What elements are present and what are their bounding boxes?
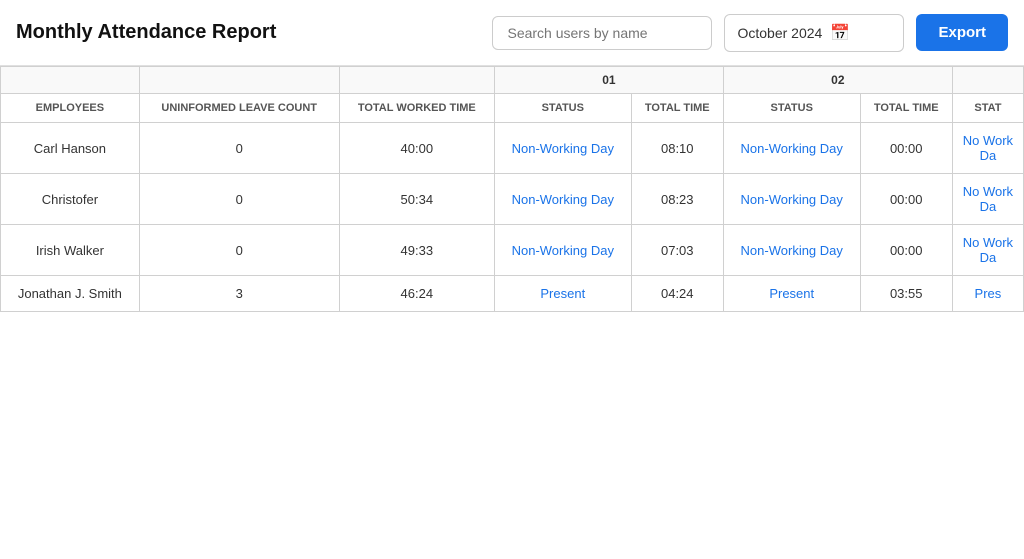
- day02-status: Non-Working Day: [723, 225, 860, 276]
- uninformed-leave-count: 0: [139, 225, 339, 276]
- date-value: October 2024: [737, 25, 822, 41]
- day01-status: Present: [494, 276, 631, 312]
- day02-status: Present: [723, 276, 860, 312]
- uninformed-leave-count: 0: [139, 123, 339, 174]
- table-row: Carl Hanson040:00Non-Working Day08:10Non…: [1, 123, 1024, 174]
- total-worked-time: 40:00: [339, 123, 494, 174]
- day02-status: Non-Working Day: [723, 174, 860, 225]
- day02-status: Non-Working Day: [723, 123, 860, 174]
- col-header-day03-status: STAT: [952, 94, 1023, 123]
- table-row: Jonathan J. Smith346:24Present04:24Prese…: [1, 276, 1024, 312]
- day01-total-time: 08:10: [631, 123, 723, 174]
- col-header-day01-status: STATUS: [494, 94, 631, 123]
- day02-total-time: 00:00: [860, 174, 952, 225]
- col-header-day02-status: STATUS: [723, 94, 860, 123]
- table-body: Carl Hanson040:00Non-Working Day08:10Non…: [1, 123, 1024, 312]
- day03-status: No Work Da: [952, 225, 1023, 276]
- export-button[interactable]: Export: [916, 14, 1008, 51]
- col-header-day02-total-time: TOTAL TIME: [860, 94, 952, 123]
- employee-name: Jonathan J. Smith: [1, 276, 140, 312]
- day01-status: Non-Working Day: [494, 225, 631, 276]
- group-empty-1: [1, 67, 140, 94]
- table-row: Irish Walker049:33Non-Working Day07:03No…: [1, 225, 1024, 276]
- group-empty-3: [339, 67, 494, 94]
- table-container: 01 02 EMPLOYEES UNINFORMED LEAVE COUNT T…: [0, 66, 1024, 312]
- search-input[interactable]: [492, 16, 712, 50]
- table-row: Christofer050:34Non-Working Day08:23Non-…: [1, 174, 1024, 225]
- page-title: Monthly Attendance Report: [16, 21, 276, 44]
- total-worked-time: 46:24: [339, 276, 494, 312]
- day01-status: Non-Working Day: [494, 123, 631, 174]
- day01-total-time: 04:24: [631, 276, 723, 312]
- employee-name: Irish Walker: [1, 225, 140, 276]
- col-header-uninformed-leave: UNINFORMED LEAVE COUNT: [139, 94, 339, 123]
- page-header: Monthly Attendance Report October 2024 📅…: [0, 0, 1024, 66]
- day03-status: No Work Da: [952, 123, 1023, 174]
- attendance-table: 01 02 EMPLOYEES UNINFORMED LEAVE COUNT T…: [0, 66, 1024, 312]
- employee-name: Christofer: [1, 174, 140, 225]
- group-header-row: 01 02: [1, 67, 1024, 94]
- group-empty-4: [952, 67, 1023, 94]
- day01-total-time: 07:03: [631, 225, 723, 276]
- uninformed-leave-count: 3: [139, 276, 339, 312]
- employee-name: Carl Hanson: [1, 123, 140, 174]
- col-header-total-worked: TOTAL WORKED TIME: [339, 94, 494, 123]
- calendar-icon[interactable]: 📅: [830, 23, 850, 43]
- day02-total-time: 00:00: [860, 225, 952, 276]
- day01-status: Non-Working Day: [494, 174, 631, 225]
- total-worked-time: 49:33: [339, 225, 494, 276]
- col-header-day01-total-time: TOTAL TIME: [631, 94, 723, 123]
- group-empty-2: [139, 67, 339, 94]
- group-day-01: 01: [494, 67, 723, 94]
- uninformed-leave-count: 0: [139, 174, 339, 225]
- total-worked-time: 50:34: [339, 174, 494, 225]
- day01-total-time: 08:23: [631, 174, 723, 225]
- col-header-employees: EMPLOYEES: [1, 94, 140, 123]
- column-header-row: EMPLOYEES UNINFORMED LEAVE COUNT TOTAL W…: [1, 94, 1024, 123]
- day03-status: Pres: [952, 276, 1023, 312]
- group-day-02: 02: [723, 67, 952, 94]
- day02-total-time: 03:55: [860, 276, 952, 312]
- date-picker[interactable]: October 2024 📅: [724, 14, 904, 52]
- day03-status: No Work Da: [952, 174, 1023, 225]
- day02-total-time: 00:00: [860, 123, 952, 174]
